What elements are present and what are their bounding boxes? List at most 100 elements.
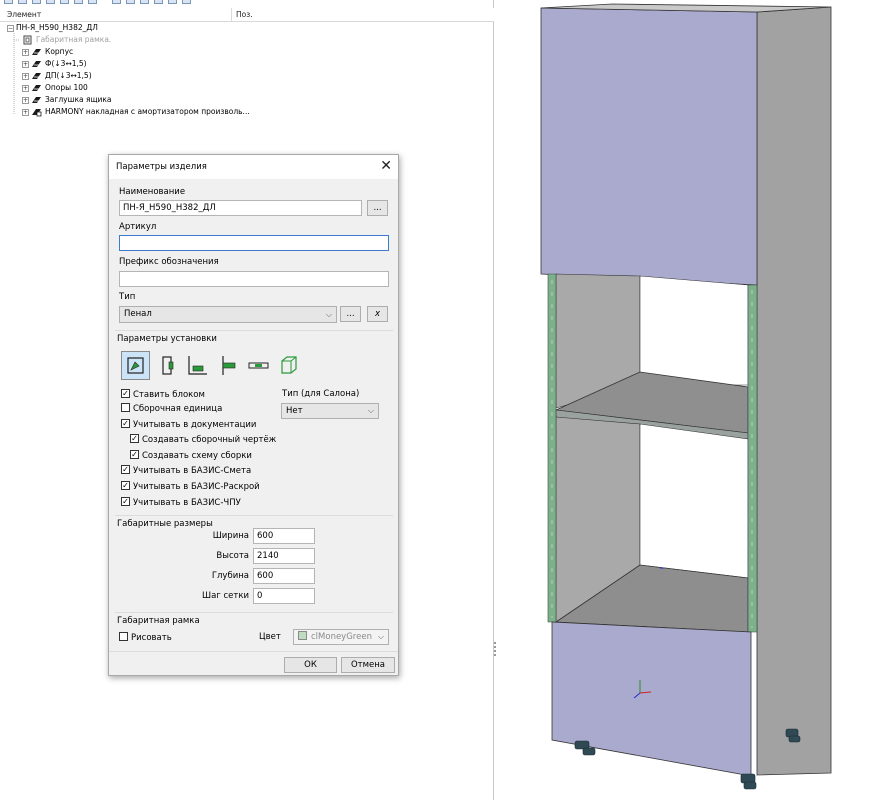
tree-item-drawer-plug[interactable]: + Заглушка ящика xyxy=(22,94,112,106)
checkbox-assembly-drawing[interactable]: ✓ Создавать сборочный чертёж xyxy=(130,434,276,446)
tree-item-body[interactable]: + Корпус xyxy=(22,46,73,58)
tree-item-root[interactable]: − ПН-Я_Н590_Н382_ДЛ xyxy=(7,22,98,34)
depth-input[interactable]: 600 xyxy=(253,568,315,584)
close-icon[interactable]: ✕ xyxy=(380,158,392,174)
checkbox-label: Ставить блоком xyxy=(133,390,205,400)
tree-item-label: ПН-Я_Н590_Н382_ДЛ xyxy=(16,23,98,32)
dims-group-title: Габаритные размеры xyxy=(117,519,213,529)
frame-icon xyxy=(23,35,32,45)
toolbar-tool-icon[interactable] xyxy=(74,0,83,4)
tree-item-facade[interactable]: + Ф(↓3↔1,5) xyxy=(22,58,87,70)
toolbar-tool-icon[interactable] xyxy=(88,0,97,4)
tree-item-label: Габаритная рамка. xyxy=(36,35,112,44)
tree-item-frame[interactable]: Габаритная рамка. xyxy=(22,34,111,46)
checkbox-box[interactable]: ✓ xyxy=(121,497,130,506)
dialog-titlebar[interactable]: Параметры изделия ✕ xyxy=(109,155,398,179)
cancel-button[interactable]: Отмена xyxy=(341,657,395,673)
color-select-value: clMoneyGreen xyxy=(311,632,372,642)
expand-icon[interactable]: + xyxy=(22,84,29,92)
install-mode-corner-button[interactable] xyxy=(183,351,212,380)
column-header-position[interactable]: Поз. xyxy=(236,10,253,19)
checkbox-box[interactable]: ✓ xyxy=(130,450,139,459)
checkbox-label: Сборочная единица xyxy=(133,404,223,414)
checkbox-assembly-unit[interactable]: Сборочная единица xyxy=(121,403,222,415)
component-icon xyxy=(32,85,41,91)
toolbar-tool-icon[interactable] xyxy=(60,0,69,4)
toolbar-tool-icon[interactable] xyxy=(140,0,149,4)
type-more-button[interactable]: ... xyxy=(340,306,361,322)
type-label: Тип xyxy=(119,292,136,302)
prefix-input[interactable] xyxy=(119,271,389,287)
install-group-title: Параметры установки xyxy=(117,334,217,344)
checkbox-label: Учитывать в БАЗИС-Раскрой xyxy=(133,482,260,492)
tree-item-harmony[interactable]: + HARMONY накладная с амортизатором произ… xyxy=(22,106,250,118)
corner-install-icon xyxy=(188,356,207,375)
checkbox-draw-frame[interactable]: Рисовать xyxy=(119,632,172,644)
dialog-title: Параметры изделия xyxy=(116,162,207,172)
toolbar-tool-icon[interactable] xyxy=(182,0,191,4)
checkbox-box[interactable] xyxy=(119,632,128,641)
tree-item-label: Опоры 100 xyxy=(45,83,88,92)
salon-type-label: Тип (для Салона) xyxy=(282,389,360,399)
checkbox-box[interactable]: ✓ xyxy=(130,434,139,443)
height-input[interactable]: 2140 xyxy=(253,548,315,564)
toolbar xyxy=(0,0,494,8)
name-browse-button[interactable]: ... xyxy=(367,200,388,216)
toolbar-tool-icon[interactable] xyxy=(168,0,177,4)
right-edge-band xyxy=(747,284,758,633)
install-mode-shelf-button[interactable] xyxy=(244,351,273,380)
expand-icon[interactable]: + xyxy=(22,72,29,80)
floor-install-icon xyxy=(127,357,144,374)
install-mode-wall-button[interactable] xyxy=(153,351,182,380)
type-select-value: Пенал xyxy=(124,309,152,319)
expand-icon[interactable]: + xyxy=(22,96,29,104)
expand-icon[interactable]: + xyxy=(22,60,29,68)
cabinet-3d-model[interactable] xyxy=(497,0,875,800)
tree-item-bottom-panel[interactable]: + ДП(↓3↔1,5) xyxy=(22,70,92,82)
install-mode-box-button[interactable] xyxy=(274,351,303,380)
collapse-icon[interactable]: − xyxy=(7,24,14,32)
checkbox-box[interactable]: ✓ xyxy=(121,481,130,490)
checkbox-include-in-docs[interactable]: ✓ Учитывать в документации xyxy=(121,419,256,431)
salon-type-value: Нет xyxy=(286,406,303,416)
ok-button[interactable]: ОК xyxy=(284,657,337,673)
expand-icon[interactable]: + xyxy=(22,48,29,56)
width-input[interactable]: 600 xyxy=(253,528,315,544)
group-divider xyxy=(115,330,393,331)
tree-item-label: ДП(↓3↔1,5) xyxy=(45,71,92,80)
checkbox-place-as-block[interactable]: ✓ Ставить блоком xyxy=(121,389,205,401)
product-parameters-dialog: Параметры изделия ✕ Наименование ПН-Я_Н5… xyxy=(108,154,399,676)
tree-item-label: HARMONY накладная с амортизатором произв… xyxy=(45,107,250,116)
type-select[interactable]: Пенал ⌵ xyxy=(119,306,337,323)
install-mode-floor-button[interactable] xyxy=(121,351,150,380)
chevron-down-icon: ⌵ xyxy=(325,310,332,319)
checkbox-box[interactable]: ✓ xyxy=(121,419,130,428)
column-divider[interactable] xyxy=(231,8,232,22)
checkbox-assembly-scheme[interactable]: ✓ Создавать схему сборки xyxy=(130,450,252,462)
3d-viewport[interactable] xyxy=(497,0,875,800)
tree-item-label: Заглушка ящика xyxy=(45,95,112,104)
checkbox-box[interactable]: ✓ xyxy=(121,389,130,398)
salon-type-select[interactable]: Нет ⌵ xyxy=(281,403,379,419)
article-label: Артикул xyxy=(119,222,157,232)
install-mode-between-button[interactable] xyxy=(213,351,242,380)
checkbox-basis-cutting[interactable]: ✓ Учитывать в БАЗИС-Раскрой xyxy=(121,481,260,493)
article-input[interactable] xyxy=(119,235,389,251)
name-label: Наименование xyxy=(119,187,186,197)
type-clear-button[interactable]: x xyxy=(367,306,388,322)
color-label: Цвет xyxy=(259,632,281,642)
frame-color-select[interactable]: clMoneyGreen ⌵ xyxy=(293,629,389,645)
grid-step-input[interactable]: 0 xyxy=(253,588,315,604)
name-input[interactable]: ПН-Я_Н590_Н382_ДЛ xyxy=(119,200,362,216)
toolbar-tool-icon[interactable] xyxy=(112,0,121,4)
toolbar-tool-icon[interactable] xyxy=(126,0,135,4)
expand-icon[interactable]: + xyxy=(22,108,29,116)
checkbox-basis-estimate[interactable]: ✓ Учитывать в БАЗИС-Смета xyxy=(121,465,251,477)
checkbox-box[interactable] xyxy=(121,403,130,412)
tree-item-supports[interactable]: + Опоры 100 xyxy=(22,82,88,94)
toolbar-tool-icon[interactable] xyxy=(154,0,163,4)
checkbox-basis-cnc[interactable]: ✓ Учитывать в БАЗИС-ЧПУ xyxy=(121,497,241,509)
checkbox-box[interactable]: ✓ xyxy=(121,465,130,474)
toolbar-tool-icon[interactable] xyxy=(46,0,55,4)
group-divider xyxy=(115,612,393,613)
